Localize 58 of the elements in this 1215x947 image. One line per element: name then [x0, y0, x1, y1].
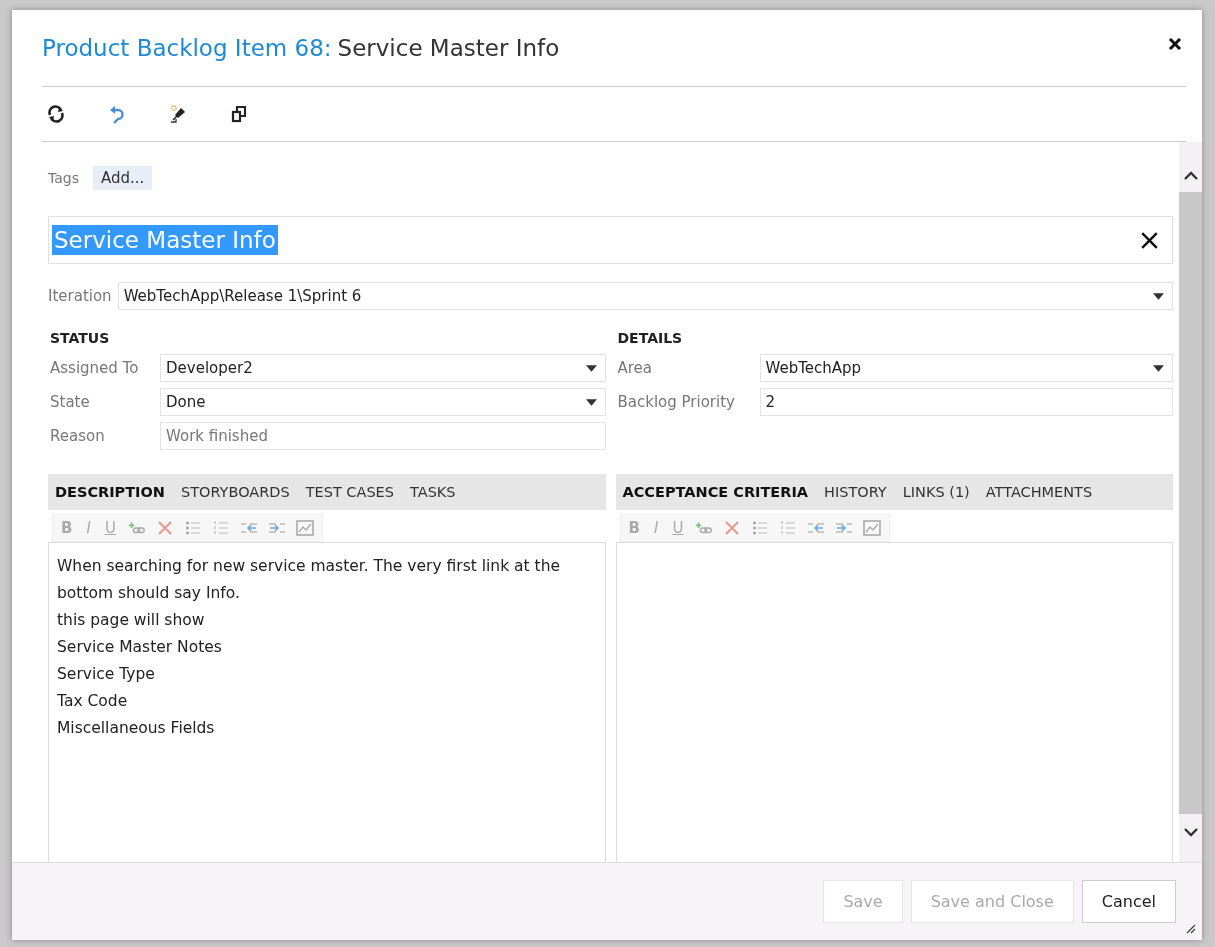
image-icon[interactable] [863, 520, 882, 536]
field-label: Backlog Priority [617, 393, 736, 411]
text-line: Tax Code [57, 691, 129, 712]
tags-label: Tags [48, 170, 79, 186]
text-line: Miscellaneous Fields [57, 718, 216, 739]
dropdown-field[interactable]: WebTechApp [759, 354, 1173, 382]
text-line: Service Type [57, 664, 156, 685]
text-line: When searching for new service master. The very first link at the bottom should say Info. [57, 556, 561, 604]
tab[interactable]: ACCEPTANCE CRITERIA [617, 484, 814, 500]
tab[interactable]: TASKS [405, 484, 461, 500]
tab[interactable]: HISTORY [819, 484, 892, 500]
dropdown-field[interactable]: Done [160, 388, 606, 416]
dropdown-field[interactable]: Developer2 [160, 354, 606, 382]
resize-grip-icon[interactable] [1184, 922, 1196, 934]
tab[interactable]: DESCRIPTION [50, 484, 170, 500]
bulleted-list-icon[interactable] [183, 520, 202, 536]
dropdown-arrow-icon[interactable] [585, 364, 597, 372]
scroll-up-icon[interactable] [1182, 170, 1199, 180]
dropdown-arrow-icon[interactable] [1153, 292, 1164, 300]
numbered-list-icon[interactable] [211, 520, 230, 536]
outdent-icon[interactable] [239, 520, 258, 536]
numbered-list-icon[interactable] [779, 520, 798, 536]
field-label: Area [617, 359, 654, 377]
dialog-button[interactable]: Cancel [1081, 880, 1176, 923]
tab[interactable]: LINKS (1) [897, 484, 975, 500]
bulleted-list-icon[interactable] [751, 520, 770, 536]
copy-icon[interactable] [229, 104, 249, 124]
tab[interactable]: ATTACHMENTS [980, 484, 1098, 500]
dialog-title: Service Master Info [337, 35, 560, 61]
delete-icon[interactable] [723, 520, 742, 536]
field-label: State [50, 393, 91, 411]
add-link-icon[interactable] [127, 520, 146, 536]
outdent-icon[interactable] [807, 520, 826, 536]
text-line: this page will show [57, 610, 206, 631]
input-field[interactable]: Work finished [160, 422, 606, 450]
delete-icon[interactable] [155, 520, 174, 536]
field-label: Assigned To [50, 359, 140, 377]
clear-icon[interactable] [1141, 231, 1158, 249]
image-icon[interactable] [295, 520, 314, 536]
add-link-icon[interactable] [695, 520, 714, 536]
scroll-down-icon[interactable] [1182, 828, 1199, 838]
section-heading: DETAILS [617, 330, 684, 346]
dropdown-arrow-icon[interactable] [1153, 364, 1164, 372]
text-line: Service Master Notes [57, 637, 223, 658]
input-field[interactable]: 2 [759, 388, 1173, 416]
dropdown-arrow-icon[interactable] [585, 398, 597, 406]
refresh-icon[interactable] [46, 104, 66, 124]
tab[interactable]: STORYBOARDS [175, 484, 295, 500]
tab[interactable]: TEST CASES [300, 484, 399, 500]
indent-icon[interactable] [835, 520, 854, 536]
iteration-dropdown[interactable]: WebTechApp\Release 1\Sprint 6 [117, 282, 1173, 310]
section-heading: STATUS [50, 330, 111, 346]
field-label: Iteration [48, 287, 112, 305]
add-tag-button[interactable]: Add... [93, 166, 153, 190]
close-icon[interactable] [1168, 37, 1182, 51]
indent-icon[interactable] [267, 520, 286, 536]
field-label: Reason [50, 427, 106, 445]
work-item-type-label: Product Backlog Item 68: [42, 35, 332, 61]
